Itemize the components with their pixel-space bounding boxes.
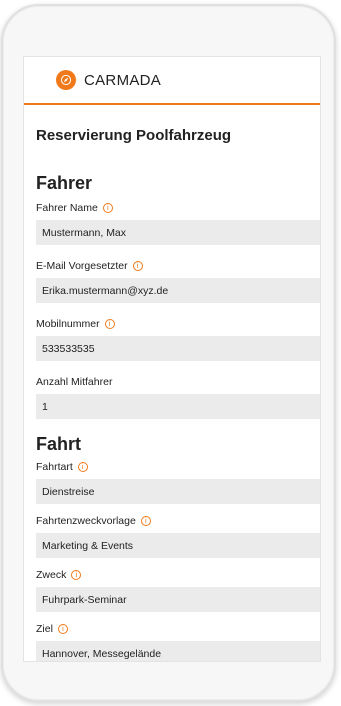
info-icon[interactable]: i — [104, 319, 115, 329]
brand-name: CARMADA — [84, 71, 162, 89]
page-title: Reservierung Poolfahrzeug — [36, 127, 232, 144]
info-icon[interactable]: i — [132, 261, 143, 271]
fahrtenzweckvorlage-select[interactable]: Marketing & Events — [36, 533, 320, 558]
field-label-text: Anzahl Mitfahrer — [36, 376, 113, 388]
field-label: Fahrtenzweckvorlage i — [36, 513, 320, 529]
app-header: CARMADA — [24, 57, 320, 105]
info-icon[interactable]: i — [140, 516, 151, 526]
email-vorgesetzter-input[interactable]: Erika.mustermann@xyz.de — [36, 278, 320, 303]
zweck-input[interactable]: Fuhrpark-Seminar — [36, 587, 320, 612]
field-label: Ziel i — [36, 621, 320, 637]
field-email-vorgesetzter: E-Mail Vorgesetzter i Erika.mustermann@x… — [36, 258, 320, 303]
info-icon[interactable]: i — [57, 624, 68, 634]
field-fahrtenzweckvorlage: Fahrtenzweckvorlage i Marketing & Events — [36, 513, 320, 558]
field-mobilnummer: Mobilnummer i 533533535 — [36, 316, 320, 361]
info-icon[interactable]: i — [102, 203, 113, 213]
field-label: E-Mail Vorgesetzter i — [36, 258, 320, 274]
app-screen: CARMADA Reservierung Poolfahrzeug Fahrer… — [23, 56, 321, 662]
field-anzahl-mitfahrer: Anzahl Mitfahrer 1 — [36, 374, 320, 419]
field-label-text: Fahrtart — [36, 461, 73, 473]
field-ziel: Ziel i Hannover, Messegelände — [36, 621, 320, 661]
info-icon[interactable]: i — [71, 570, 82, 580]
field-label: Zweck i — [36, 567, 320, 583]
field-fahrtart: Fahrtart i Dienstreise — [36, 459, 320, 504]
anzahl-mitfahrer-input[interactable]: 1 — [36, 394, 320, 419]
mobilnummer-input[interactable]: 533533535 — [36, 336, 320, 361]
field-zweck: Zweck i Fuhrpark-Seminar — [36, 567, 320, 612]
fahrer-name-input[interactable]: Mustermann, Max — [36, 220, 320, 245]
field-label: Fahrer Name i — [36, 200, 320, 216]
info-icon[interactable]: i — [77, 462, 88, 472]
fahrtart-select[interactable]: Dienstreise — [36, 479, 320, 504]
field-label-text: Fahrer Name — [36, 202, 98, 214]
field-label-text: Zweck — [36, 569, 67, 581]
form-content: Reservierung Poolfahrzeug Fahrer Fahrer … — [24, 127, 320, 661]
field-label-text: E-Mail Vorgesetzter — [36, 260, 128, 272]
field-label: Mobilnummer i — [36, 316, 320, 332]
phone-frame: CARMADA Reservierung Poolfahrzeug Fahrer… — [1, 4, 336, 702]
field-fahrer-name: Fahrer Name i Mustermann, Max — [36, 200, 320, 245]
field-label: Fahrtart i — [36, 459, 320, 475]
compass-logo-icon — [56, 70, 76, 90]
section-title-fahrt: Fahrt — [36, 434, 81, 454]
field-label-text: Fahrtenzweckvorlage — [36, 515, 136, 527]
ziel-input[interactable]: Hannover, Messegelände — [36, 641, 320, 661]
section-title-fahrer: Fahrer — [36, 173, 93, 193]
field-label-text: Ziel — [36, 623, 53, 635]
field-label: Anzahl Mitfahrer — [36, 374, 320, 390]
field-label-text: Mobilnummer — [36, 318, 100, 330]
